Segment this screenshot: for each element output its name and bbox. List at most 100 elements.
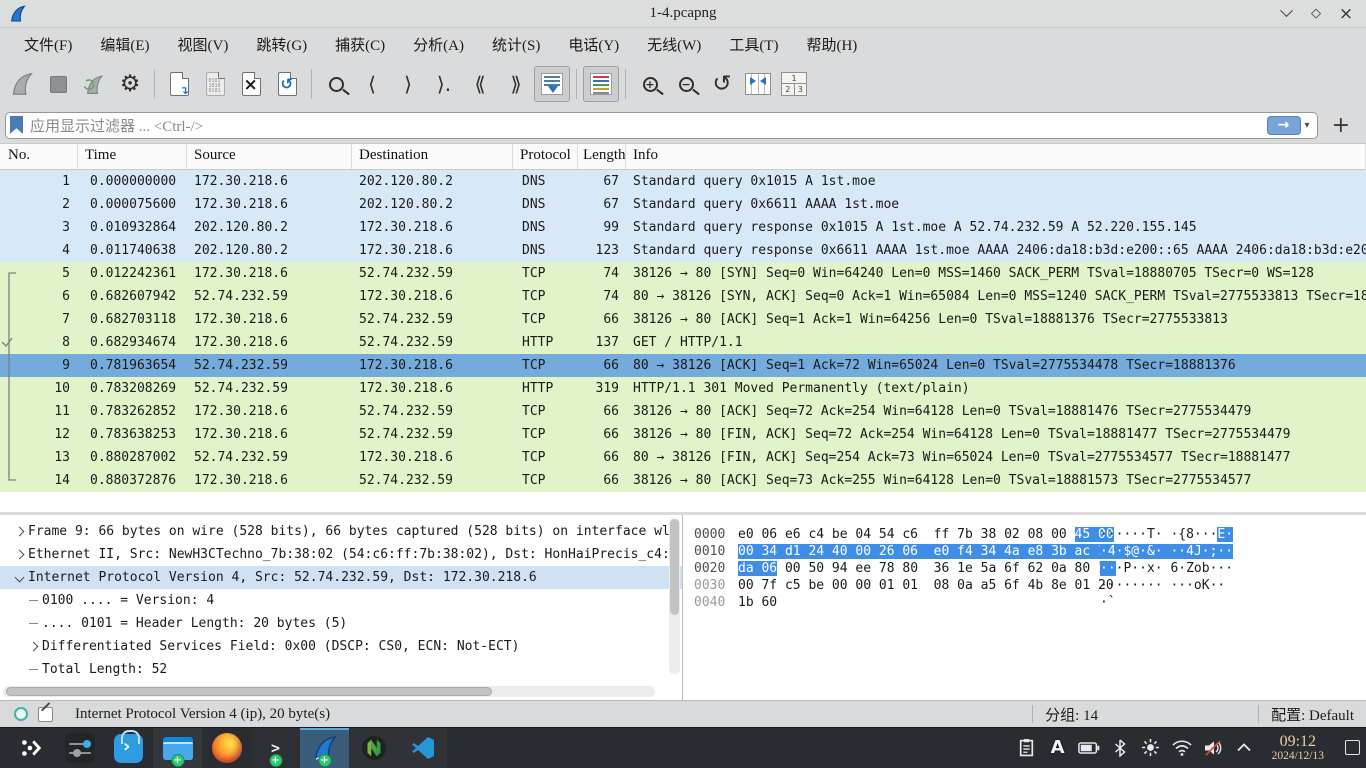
packet-row[interactable]: 100.78320826952.74.232.59172.30.218.6HTT… — [0, 377, 1366, 400]
detail-horizontal-scrollbar[interactable] — [3, 686, 655, 697]
wifi-icon[interactable] — [1171, 737, 1193, 759]
hex-ascii[interactable]: ······T· ·{8···E· — [1100, 526, 1233, 543]
clock[interactable]: 09:12 2024/12/13 — [1272, 734, 1324, 763]
expander-icon[interactable] — [24, 643, 42, 650]
column-header-destination[interactable]: Destination — [352, 144, 513, 169]
hex-row[interactable]: 001000 34 d1 24 40 00 26 06 e0 f4 34 4a … — [694, 543, 1366, 560]
close-file-button[interactable]: × — [233, 66, 269, 102]
hex-row[interactable]: 0020da 06 00 50 94 ee 78 80 36 1e 5a 6f … — [694, 560, 1366, 577]
detail-line[interactable]: Frame 9: 66 bytes on wire (528 bits), 66… — [0, 520, 682, 543]
filter-bookmark-icon[interactable] — [10, 116, 23, 134]
packet-row[interactable]: 50.012242361172.30.218.652.74.232.59TCP7… — [0, 262, 1366, 285]
save-file-button[interactable]: 0101 1010 0101 — [197, 66, 233, 102]
column-header-info[interactable]: Info — [626, 144, 1366, 169]
hex-bytes[interactable]: 00 34 d1 24 40 00 26 06 e0 f4 34 4a e8 3… — [738, 543, 1074, 560]
packet-row[interactable]: 70.682703118172.30.218.652.74.232.59TCP6… — [0, 308, 1366, 331]
packet-row[interactable]: 40.011740638202.120.80.2172.30.218.6DNS1… — [0, 239, 1366, 262]
go-forward-button[interactable]: ⟩ — [390, 66, 426, 102]
show-desktop-button[interactable] — [1345, 740, 1360, 755]
packet-row[interactable]: 140.880372876172.30.218.652.74.232.59TCP… — [0, 469, 1366, 492]
menu-item[interactable]: 跳转(G) — [242, 29, 321, 60]
scrollbar-thumb[interactable] — [6, 687, 492, 696]
capture-options-button[interactable]: ⚙ — [112, 66, 148, 102]
vscode-button[interactable] — [398, 728, 447, 768]
go-to-packet-button[interactable]: ⟩. — [426, 66, 462, 102]
packet-row[interactable]: 110.783262852172.30.218.652.74.232.59TCP… — [0, 400, 1366, 423]
reset-zoom-button[interactable]: ↺ — [704, 66, 740, 102]
expander-icon[interactable] — [10, 574, 28, 581]
menu-item[interactable]: 无线(W) — [633, 29, 715, 60]
hex-bytes[interactable]: da 06 00 50 94 ee 78 80 36 1e 5a 6f 62 0… — [738, 560, 1074, 577]
packet-row[interactable]: 80.682934674172.30.218.652.74.232.59HTTP… — [0, 331, 1366, 354]
display-filter-input[interactable]: 应用显示过滤器 ... <Ctrl-/> → ▾ — [5, 112, 1318, 139]
clipboard-icon[interactable] — [1016, 737, 1038, 759]
hex-ascii[interactable]: ········ ···oK·· — [1100, 577, 1233, 594]
hex-ascii[interactable]: ·4·$@·&· ··4J·;·· — [1100, 543, 1233, 560]
system-settings-button[interactable] — [55, 728, 104, 768]
apply-filter-button[interactable]: → — [1267, 116, 1301, 135]
menu-item[interactable]: 电话(Y) — [554, 29, 633, 60]
stop-capture-button[interactable] — [40, 66, 76, 102]
menu-item[interactable]: 分析(A) — [399, 29, 478, 60]
battery-icon[interactable] — [1078, 737, 1100, 759]
packet-row[interactable]: 10.000000000172.30.218.6202.120.80.2DNS6… — [0, 170, 1366, 193]
hex-ascii[interactable]: ···P··x· 6·Zob··· — [1100, 560, 1233, 577]
status-profile[interactable]: 配置: Default — [1259, 704, 1356, 725]
expert-info-icon[interactable] — [14, 707, 28, 721]
menu-item[interactable]: 视图(V) — [164, 29, 243, 60]
menu-item[interactable]: 统计(S) — [478, 29, 554, 60]
app-launcher-button[interactable] — [6, 728, 55, 768]
go-last-packet-button[interactable]: ⟫ — [498, 66, 534, 102]
go-first-packet-button[interactable]: ⟪ — [462, 66, 498, 102]
menu-item[interactable]: 文件(F) — [10, 29, 86, 60]
column-header-time[interactable]: Time — [78, 144, 187, 169]
column-header-length[interactable]: Length — [578, 144, 626, 169]
zoom-in-button[interactable]: + — [632, 66, 668, 102]
resize-columns-button[interactable] — [740, 66, 776, 102]
restart-capture-button[interactable] — [76, 66, 112, 102]
column-header-protocol[interactable]: Protocol — [513, 144, 578, 169]
expander-icon[interactable] — [10, 551, 28, 558]
hex-row[interactable]: 00401b 60·` — [694, 594, 1366, 611]
menu-item[interactable]: 工具(T) — [715, 29, 792, 60]
detail-line[interactable]: Differentiated Services Field: 0x00 (DSC… — [0, 635, 682, 658]
menu-item[interactable]: 编辑(E) — [86, 29, 163, 60]
detail-line[interactable]: .... 0101 = Header Length: 20 bytes (5) — [0, 612, 682, 635]
maximize-button[interactable]: ◇ — [1308, 6, 1324, 22]
bluetooth-icon[interactable] — [1109, 737, 1131, 759]
layout-button[interactable]: 1 23 — [776, 66, 812, 102]
detail-line[interactable]: Ethernet II, Src: NewH3CTechno_7b:38:02 … — [0, 543, 682, 566]
packet-row[interactable]: 60.68260794252.74.232.59172.30.218.6TCP7… — [0, 285, 1366, 308]
colorize-button[interactable] — [583, 66, 619, 102]
start-capture-button[interactable] — [4, 66, 40, 102]
capture-comment-icon[interactable] — [38, 707, 53, 722]
close-button[interactable]: × — [1338, 6, 1354, 22]
packet-row[interactable]: 120.783638253172.30.218.652.74.232.59TCP… — [0, 423, 1366, 446]
neovim-button[interactable] — [349, 728, 398, 768]
reload-file-button[interactable]: ↺ — [269, 66, 305, 102]
brightness-icon[interactable] — [1140, 737, 1162, 759]
go-back-button[interactable]: ⟨ — [354, 66, 390, 102]
hex-bytes[interactable]: 1b 60 — [738, 594, 1074, 611]
hex-ascii[interactable]: ·` — [1100, 594, 1116, 611]
hex-row[interactable]: 003000 7f c5 be 00 00 01 01 08 0a a5 6f … — [694, 577, 1366, 594]
detail-line[interactable]: 0100 .... = Version: 4 — [0, 589, 682, 612]
find-packet-button[interactable] — [318, 66, 354, 102]
discover-button[interactable] — [104, 728, 153, 768]
hex-row[interactable]: 0000e0 06 e6 c4 be 04 54 c6 ff 7b 38 02 … — [694, 526, 1366, 543]
zoom-out-button[interactable]: − — [668, 66, 704, 102]
wireshark-task-button[interactable]: + — [300, 728, 349, 768]
menu-item[interactable]: 帮助(H) — [792, 29, 871, 60]
detail-line[interactable]: Internet Protocol Version 4, Src: 52.74.… — [0, 566, 682, 589]
expander-icon[interactable] — [10, 528, 28, 535]
menu-item[interactable]: 捕获(C) — [321, 29, 399, 60]
hex-bytes[interactable]: e0 06 e6 c4 be 04 54 c6 ff 7b 38 02 08 0… — [738, 526, 1074, 543]
packet-row[interactable]: 30.010932864202.120.80.2172.30.218.6DNS9… — [0, 216, 1366, 239]
keyboard-layout-indicator[interactable]: A — [1047, 737, 1069, 759]
scrollbar-thumb[interactable] — [670, 519, 679, 615]
add-filter-button[interactable]: + — [1326, 113, 1356, 138]
file-manager-button[interactable]: + — [153, 728, 202, 768]
filter-dropdown-caret[interactable]: ▾ — [1301, 120, 1314, 131]
packet-row[interactable]: 130.88028700252.74.232.59172.30.218.6TCP… — [0, 446, 1366, 469]
detail-line[interactable]: Total Length: 52 — [0, 658, 682, 681]
